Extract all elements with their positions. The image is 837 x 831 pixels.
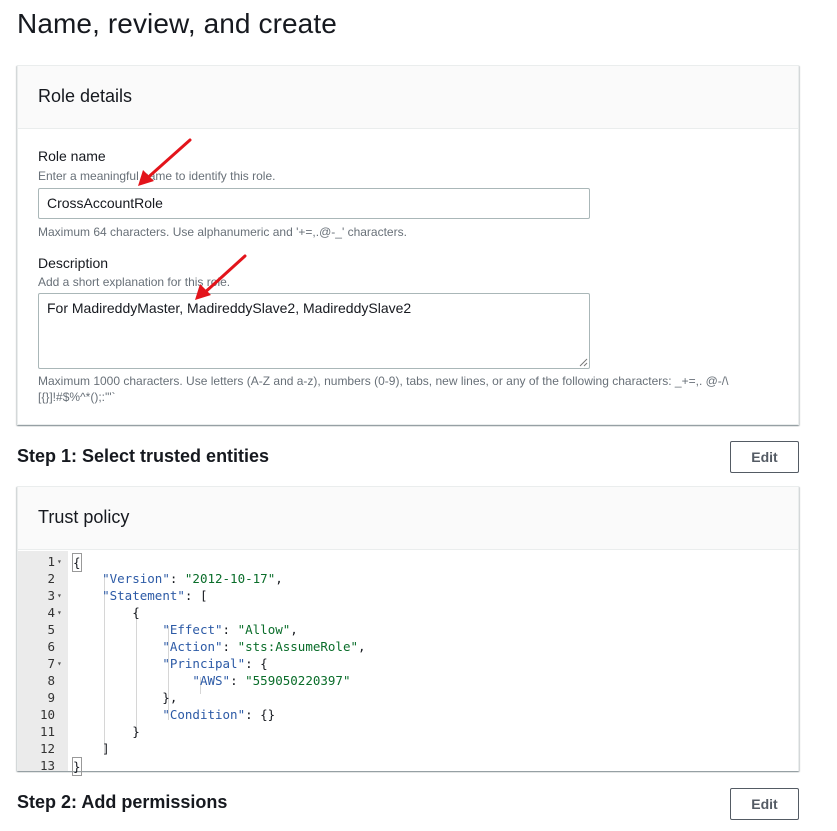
step1-title: Step 1: Select trusted entities <box>17 446 270 466</box>
role-name-input[interactable]: CrossAccountRole <box>38 188 590 219</box>
annotation-arrow-icon <box>138 138 192 186</box>
code-line-obj-close: } <box>72 724 140 739</box>
line-number: 6 <box>47 639 55 654</box>
annotation-arrow-icon <box>195 254 247 300</box>
role-name-label: Role name <box>38 148 106 164</box>
step2-edit-button[interactable]: Edit <box>730 788 799 820</box>
line-number: 1 <box>47 554 55 569</box>
step1-edit-button[interactable]: Edit <box>730 441 799 473</box>
description-constraint-chars: [{}]!#$%^*();:'"` <box>38 390 116 404</box>
fold-toggle-icon[interactable]: ▾ <box>57 553 62 570</box>
page-title: Name, review, and create <box>17 8 337 39</box>
code-line-principal-close: }, <box>72 690 178 705</box>
resize-grip-icon[interactable] <box>578 357 588 367</box>
trust-policy-header: Trust policy <box>18 487 798 550</box>
line-number: 4 <box>47 605 55 620</box>
line-number: 10 <box>39 707 55 722</box>
fold-toggle-icon[interactable]: ▾ <box>57 587 62 604</box>
fold-toggle-icon[interactable]: ▾ <box>57 655 62 672</box>
trust-policy-editor[interactable]: 1 ▾ 2 3 ▾ 4 ▾ 5 6 7 ▾ 8 9 10 11 12 13 { "Version": "2012… <box>18 551 798 776</box>
role-details-header: Role details <box>18 66 798 129</box>
trust-policy-card: Trust policy 1 ▾ 2 3 ▾ 4 ▾ 5 6 7 ▾ 8 9 10 11 12 13 { "Ve… <box>17 486 799 776</box>
line-number: 5 <box>47 622 55 637</box>
json-close-brace: } <box>72 757 82 776</box>
role-name-constraint: Maximum 64 characters. Use alphanumeric … <box>38 225 407 239</box>
line-number: 8 <box>47 673 55 688</box>
line-number: 9 <box>47 690 55 705</box>
code-line-aws: "AWS": "559050220397" <box>192 673 351 688</box>
description-constraint: Maximum 1000 characters. Use letters (A-… <box>38 374 729 388</box>
code-line-statement: "Statement": [ <box>102 588 208 603</box>
description-label: Description <box>38 255 109 271</box>
code-line-array-close: ] <box>72 741 110 756</box>
code-line-effect: "Effect": "Allow", <box>162 622 298 637</box>
code-line-obj-open: { <box>72 605 140 620</box>
line-number: 13 <box>39 758 55 773</box>
line-number: 3 <box>47 588 55 603</box>
line-number: 7 <box>47 656 55 671</box>
code-line-version: "Version": "2012-10-17", <box>102 571 283 586</box>
step2-title: Step 2: Add permissions <box>17 792 228 812</box>
fold-toggle-icon[interactable]: ▾ <box>57 604 62 621</box>
description-textarea[interactable]: For MadireddyMaster, MadireddySlave2, Ma… <box>38 293 590 369</box>
line-number: 2 <box>47 571 55 586</box>
code-line-action: "Action": "sts:AssumeRole", <box>162 639 366 654</box>
code-line-condition: "Condition": {} <box>162 707 276 722</box>
line-number: 12 <box>39 741 55 756</box>
role-details-card: Role details Role name Enter a meaningfu… <box>17 65 799 425</box>
code-line-principal: "Principal": { <box>162 656 268 671</box>
line-number: 11 <box>39 724 55 739</box>
